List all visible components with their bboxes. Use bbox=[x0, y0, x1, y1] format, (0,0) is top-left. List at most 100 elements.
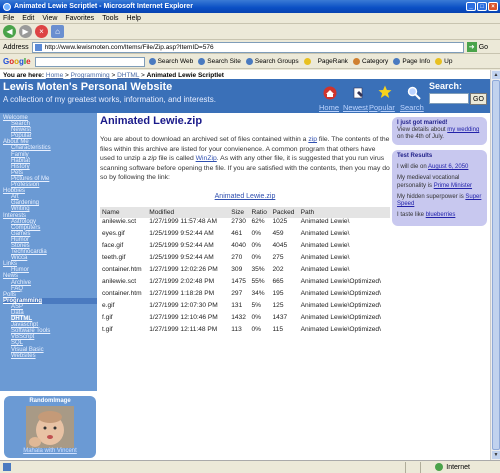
breadcrumb-programming[interactable]: Programming bbox=[71, 72, 110, 79]
col-modified: Modified bbox=[147, 206, 230, 218]
winzip-link[interactable]: WinZip bbox=[196, 155, 217, 162]
site-tagline: A collection of my greatest works, infor… bbox=[3, 95, 216, 104]
zip-link[interactable]: zip bbox=[308, 136, 317, 143]
back-icon[interactable]: ◀ bbox=[3, 25, 16, 38]
search-groups-button[interactable]: Search Groups bbox=[245, 58, 299, 65]
page-info-button[interactable]: Page Info bbox=[393, 58, 430, 65]
menu-bar: File Edit View Favorites Tools Help bbox=[0, 13, 500, 24]
close-button[interactable]: × bbox=[488, 2, 498, 11]
search-icon bbox=[148, 58, 156, 65]
banner-link-home[interactable]: Home bbox=[319, 103, 339, 112]
table-cell-packed: 459 bbox=[272, 229, 284, 237]
site-title: Lewis Moten's Personal Website bbox=[3, 81, 173, 93]
navigation-toolbar: ◀ ▶ × ⌂ bbox=[0, 24, 500, 40]
star-icon[interactable] bbox=[378, 85, 392, 99]
table-cell-packed: 202 bbox=[272, 265, 284, 273]
home-icon[interactable] bbox=[323, 86, 337, 100]
table-cell-ratio: 34% bbox=[251, 289, 265, 297]
wedding-link[interactable]: my wedding bbox=[447, 127, 479, 133]
menu-help[interactable]: Help bbox=[127, 15, 141, 22]
up-button[interactable]: Up bbox=[435, 58, 452, 65]
menu-edit[interactable]: Edit bbox=[22, 15, 34, 22]
table-cell-name: t.gif bbox=[102, 325, 113, 333]
table-row: anilewie.sct 1/27/1999 2:02:48 PM 1475 55% 6… bbox=[100, 278, 390, 290]
nav-item-websites[interactable]: Websites bbox=[3, 353, 97, 359]
newest-icon[interactable] bbox=[351, 86, 365, 100]
maximize-button[interactable]: □ bbox=[477, 2, 487, 11]
menu-file[interactable]: File bbox=[3, 15, 14, 22]
scroll-thumb[interactable] bbox=[492, 80, 500, 450]
search-icon[interactable] bbox=[407, 86, 421, 100]
table-cell-size: 461 bbox=[231, 229, 243, 237]
random-image-photo[interactable] bbox=[26, 406, 74, 448]
breadcrumb-dhtml[interactable]: DHTML bbox=[117, 72, 139, 79]
groups-icon bbox=[245, 58, 253, 65]
table-cell-packed: 125 bbox=[272, 301, 284, 309]
test-results-box: Test Results I will die on August 6, 205… bbox=[392, 150, 487, 227]
site-search-go-button[interactable]: GO bbox=[470, 93, 487, 105]
scroll-up-icon[interactable]: ▲ bbox=[492, 71, 500, 79]
menu-favorites[interactable]: Favorites bbox=[65, 15, 94, 22]
go-button[interactable]: ➜ Go bbox=[466, 42, 489, 52]
category-button[interactable]: Category bbox=[352, 58, 388, 65]
banner-link-search[interactable]: Search bbox=[400, 103, 424, 112]
search-web-button[interactable]: Search Web bbox=[148, 58, 193, 65]
scroll-down-icon[interactable]: ▼ bbox=[492, 451, 500, 459]
home-icon[interactable]: ⌂ bbox=[51, 25, 64, 38]
table-cell-size: 297 bbox=[231, 289, 243, 297]
minimize-button[interactable]: _ bbox=[466, 2, 476, 11]
die-date-link[interactable]: August 6, 2050 bbox=[428, 164, 468, 170]
random-image-link[interactable]: Mahala with Vincent bbox=[4, 448, 96, 454]
banner-link-popular[interactable]: Popular bbox=[369, 103, 395, 112]
col-packed: Packed bbox=[270, 206, 299, 218]
smiley-icon[interactable] bbox=[303, 58, 313, 65]
breadcrumb-current: Animated Lewie Scriptlet bbox=[146, 72, 224, 79]
address-label: Address bbox=[3, 43, 29, 51]
google-search-input[interactable] bbox=[34, 56, 145, 67]
site-search-input[interactable] bbox=[429, 93, 469, 104]
stop-icon[interactable]: × bbox=[35, 25, 48, 38]
banner-link-newest[interactable]: Newest bbox=[343, 103, 368, 112]
table-row: container.htm 1/27/1999 1:18:28 PM 297 34% 1… bbox=[100, 290, 390, 302]
col-path: Path bbox=[298, 206, 390, 218]
breadcrumb-home[interactable]: Home bbox=[46, 72, 63, 79]
table-cell-name: f.gif bbox=[102, 313, 113, 321]
download-link[interactable]: Animated Lewie.zip bbox=[215, 193, 276, 200]
search-site-button[interactable]: Search Site bbox=[198, 58, 241, 65]
vocation-link[interactable]: Prime Minister bbox=[434, 183, 472, 189]
table-cell-size: 4040 bbox=[231, 241, 246, 249]
col-name: Name bbox=[100, 206, 148, 218]
site-banner: Lewis Moten's Personal Website A collect… bbox=[0, 79, 490, 113]
col-size: Size bbox=[229, 206, 250, 218]
ie-logo-icon bbox=[3, 2, 11, 11]
table-cell-packed: 1437 bbox=[272, 313, 288, 321]
table-cell-name: e.gif bbox=[102, 301, 115, 309]
table-cell-ratio: 0% bbox=[251, 313, 261, 321]
status-bar: Internet bbox=[0, 460, 500, 473]
taste-link[interactable]: blueberries bbox=[426, 212, 456, 218]
file-table: Name Modified Size Ratio Packed Path ani… bbox=[100, 206, 390, 338]
table-cell-path: Animated Lewie\ bbox=[300, 253, 350, 261]
table-cell-packed: 195 bbox=[272, 289, 284, 297]
table-cell-path: Animated Lewie\ bbox=[300, 217, 350, 225]
forward-icon[interactable]: ▶ bbox=[19, 25, 32, 38]
go-label: Go bbox=[478, 43, 489, 51]
menu-tools[interactable]: Tools bbox=[102, 15, 118, 22]
table-cell-name: container.htm bbox=[102, 265, 142, 273]
table-cell-size: 309 bbox=[231, 265, 243, 273]
vertical-scrollbar[interactable]: ▲ ▼ bbox=[490, 70, 500, 460]
menu-view[interactable]: View bbox=[42, 15, 57, 22]
table-cell-packed: 1025 bbox=[272, 217, 288, 225]
search-label: Search: bbox=[429, 81, 463, 91]
table-cell-ratio: 0% bbox=[251, 253, 261, 261]
random-image-title: RandomImage bbox=[29, 398, 71, 404]
table-row: anilewie.sct 1/27/1999 11:57:48 AM 2730 62%… bbox=[100, 218, 390, 230]
table-cell-path: Animated Lewie\ bbox=[300, 265, 350, 273]
table-cell-path: Animated Lewie\Optimized\ bbox=[300, 301, 381, 309]
address-input[interactable]: http://www.lewismoten.com/Items/File/Zip… bbox=[31, 41, 464, 53]
table-row: container.htm 1/27/1999 12:02:26 PM 309 35%… bbox=[100, 266, 390, 278]
google-logo: Google bbox=[3, 57, 31, 66]
page-content: You are here: Home > Programming > DHTML… bbox=[0, 70, 490, 460]
table-cell-ratio: 55% bbox=[251, 277, 265, 285]
table-row: f.gif 1/27/1999 12:10:46 PM 1432 0% 1437 Anim… bbox=[100, 314, 390, 326]
